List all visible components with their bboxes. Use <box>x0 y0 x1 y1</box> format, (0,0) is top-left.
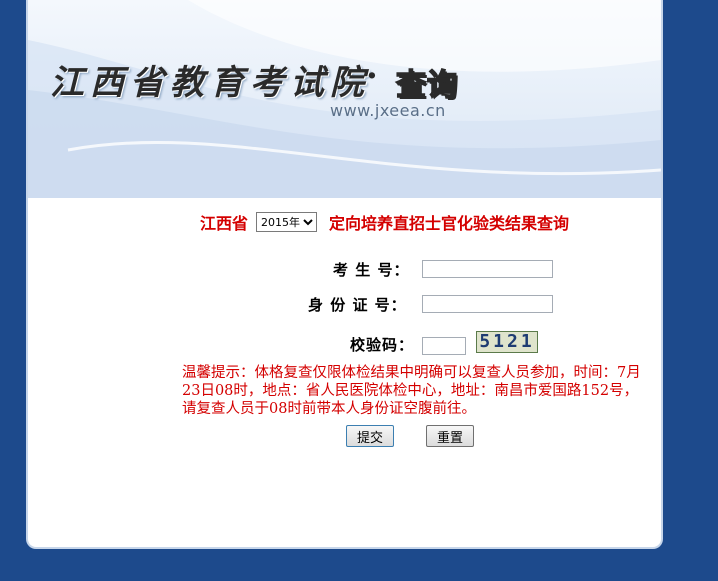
year-select[interactable]: 2015年 <box>256 212 318 232</box>
captcha-image[interactable]: 5121 <box>476 331 538 353</box>
id-no-input[interactable] <box>422 295 553 313</box>
submit-button[interactable]: 提交 <box>346 425 394 447</box>
id-no-label: 身 份 证 号： <box>308 296 407 314</box>
heading-province: 江西省 <box>200 214 249 233</box>
site-name-logo: 江西省教育考试院 <box>50 63 370 103</box>
exam-no-label: 考 生 号： <box>333 261 410 279</box>
main-panel: 江西省教育考试院 · 查询 www.jxeea.cn 江西省 2015年 定向培… <box>26 0 663 549</box>
notice-text: 温馨提示：体格复查仅限体检结果中明确可以复查人员参加，时间：7月23日08时，地… <box>182 365 641 417</box>
header-banner: 江西省教育考试院 · 查询 www.jxeea.cn <box>28 0 661 198</box>
page-heading: 江西省 2015年 定向培养直招士官化验类结果查询 <box>200 210 569 234</box>
query-word-logo: 查询 <box>395 67 458 104</box>
reset-button[interactable]: 重置 <box>426 425 474 447</box>
exam-no-input[interactable] <box>422 260 553 278</box>
site-separator: · <box>366 56 378 96</box>
captcha-input[interactable] <box>422 337 466 355</box>
heading-title: 定向培养直招士官化验类结果查询 <box>329 214 570 233</box>
site-url: www.jxeea.cn <box>330 101 446 120</box>
captcha-label: 校验码： <box>350 336 415 354</box>
